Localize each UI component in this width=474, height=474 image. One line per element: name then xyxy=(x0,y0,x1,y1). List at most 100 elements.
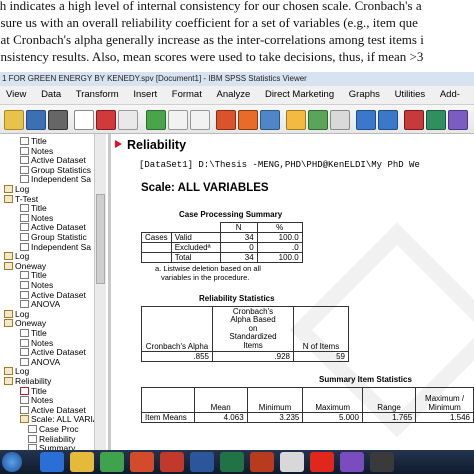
outline-item[interactable]: Active Dataset xyxy=(20,405,86,415)
variables-icon[interactable] xyxy=(216,110,236,130)
table-row: Total 34 100.0 xyxy=(141,252,303,263)
acrobat-icon[interactable] xyxy=(310,452,334,472)
outline-item[interactable]: Notes xyxy=(20,146,53,156)
summary-item-statistics-table[interactable]: Mean Minimum Maximum Range Maximum / Min… xyxy=(141,387,474,423)
outline-item[interactable]: T-Test xyxy=(4,194,38,204)
save-icon[interactable] xyxy=(26,110,46,130)
outline-item[interactable]: Active Dataset xyxy=(20,290,86,300)
table-cell: Excludedª xyxy=(170,242,221,253)
menu-view[interactable]: View xyxy=(0,86,32,104)
outline-item-label: Group Statistics xyxy=(31,164,91,175)
hide-icon[interactable] xyxy=(330,110,350,130)
outline-item[interactable]: Summary xyxy=(28,443,75,450)
outline-item[interactable]: Title xyxy=(20,136,47,146)
table-header-cell xyxy=(141,222,221,233)
outline-item-label: Log xyxy=(15,366,30,377)
open-folder-icon[interactable] xyxy=(4,110,24,130)
outline-item[interactable]: Oneway xyxy=(4,261,46,271)
spss-icon[interactable] xyxy=(160,452,184,472)
goto-data-icon[interactable] xyxy=(146,110,166,130)
table-cell: Item Means xyxy=(141,412,195,423)
document-icon xyxy=(20,300,29,309)
menu-analyze[interactable]: Analyze xyxy=(211,86,257,104)
outline-item[interactable]: ANOVA xyxy=(20,299,60,309)
outline-item[interactable]: Title xyxy=(20,203,47,213)
menu-graphs[interactable]: Graphs xyxy=(343,86,386,104)
chrome-icon[interactable] xyxy=(130,452,154,472)
outline-item[interactable]: Case Proc xyxy=(28,424,79,434)
outline-scrollbar-thumb[interactable] xyxy=(96,194,105,284)
promote-icon[interactable] xyxy=(356,110,376,130)
outline-item[interactable]: Log xyxy=(4,184,29,194)
dialog-recall-icon[interactable] xyxy=(74,110,94,130)
outline-item[interactable]: Group Statistics xyxy=(20,165,91,175)
show-icon[interactable] xyxy=(308,110,328,130)
redo-icon[interactable] xyxy=(118,110,138,130)
reliability-statistics-table[interactable]: Cronbach's Alpha Cronbach's Alpha Based … xyxy=(141,306,349,362)
menu-format[interactable]: Format xyxy=(166,86,208,104)
demote-icon[interactable] xyxy=(378,110,398,130)
folder-icon xyxy=(4,261,13,270)
expand-icon[interactable] xyxy=(404,110,424,130)
designate-window-icon[interactable] xyxy=(448,110,468,130)
outline-item[interactable]: Oneway xyxy=(4,318,46,328)
folder-icon xyxy=(4,367,13,376)
powerpoint-icon[interactable] xyxy=(250,452,274,472)
goto-case-icon[interactable] xyxy=(168,110,188,130)
menu-bar: View Data Transform Insert Format Analyz… xyxy=(0,86,474,105)
outline-item[interactable]: Notes xyxy=(20,280,53,290)
collapse-icon[interactable] xyxy=(426,110,446,130)
menu-insert[interactable]: Insert xyxy=(127,86,163,104)
media-player-icon[interactable] xyxy=(100,452,124,472)
outline-item[interactable]: Title xyxy=(20,270,47,280)
outline-item[interactable]: Reliability xyxy=(4,376,51,386)
outline-item[interactable]: Scale: ALL VARIA xyxy=(20,414,99,424)
toolbar xyxy=(0,105,474,134)
find-icon[interactable] xyxy=(260,110,280,130)
outline-item[interactable]: Active Dataset xyxy=(20,155,86,165)
menu-data[interactable]: Data xyxy=(35,86,67,104)
outline-item[interactable]: Group Statistic xyxy=(20,232,87,242)
excel-icon[interactable] xyxy=(220,452,244,472)
undo-icon[interactable] xyxy=(96,110,116,130)
goto-variable-icon[interactable] xyxy=(190,110,210,130)
internet-explorer-icon[interactable] xyxy=(40,452,64,472)
chart-icon[interactable] xyxy=(238,110,258,130)
window-title-bar: 1 FOR GREEN ENERGY BY KENEDY.spv [Docume… xyxy=(0,72,474,86)
outline-item[interactable]: Title xyxy=(20,328,47,338)
outline-item[interactable]: Notes xyxy=(20,213,53,223)
scale-title[interactable]: Scale: ALL VARIABLES xyxy=(141,182,269,194)
outline-item[interactable]: Notes xyxy=(20,338,53,348)
word-icon[interactable] xyxy=(190,452,214,472)
insert-output-icon[interactable] xyxy=(286,110,306,130)
outline-item-label: Reliability xyxy=(15,376,52,386)
outline-scrollbar[interactable] xyxy=(94,134,106,450)
outline-item[interactable]: Active Dataset xyxy=(20,347,86,357)
app-icon[interactable] xyxy=(370,452,394,472)
outline-item-label: Title xyxy=(31,385,47,396)
outline-item[interactable]: Independent Sa xyxy=(20,174,91,184)
outline-item[interactable]: Active Dataset xyxy=(20,222,86,232)
case-processing-table[interactable]: N % Cases Valid 34 100.0 Excludedª 0 .0 … xyxy=(141,222,303,263)
start-button[interactable] xyxy=(2,452,22,472)
app-icon[interactable] xyxy=(340,452,364,472)
menu-transform[interactable]: Transform xyxy=(70,86,125,104)
menu-direct-marketing[interactable]: Direct Marketing xyxy=(259,86,340,104)
output-heading[interactable]: Reliability xyxy=(127,138,186,152)
outline-item[interactable]: Notes xyxy=(20,395,53,405)
outline-item[interactable]: ANOVA xyxy=(20,357,60,367)
outline-item[interactable]: Independent Sa xyxy=(20,242,91,252)
outline-item[interactable]: Reliability xyxy=(28,434,75,444)
notepad-icon[interactable] xyxy=(280,452,304,472)
outline-item[interactable]: Log xyxy=(4,366,29,376)
output-pane: Reliability [DataSet1] D:\Thesis -MENG,P… xyxy=(111,134,474,450)
menu-utilities[interactable]: Utilities xyxy=(389,86,432,104)
table-cell: 5.000 xyxy=(302,412,363,423)
print-icon[interactable] xyxy=(48,110,68,130)
outline-item[interactable]: Log xyxy=(4,251,29,261)
outline-item[interactable]: Log xyxy=(4,309,29,319)
outline-item[interactable]: Title xyxy=(20,386,47,396)
file-explorer-icon[interactable] xyxy=(70,452,94,472)
menu-add-ons[interactable]: Add- xyxy=(434,86,466,104)
outline-item-label: Scale: ALL VARIA xyxy=(31,414,99,425)
